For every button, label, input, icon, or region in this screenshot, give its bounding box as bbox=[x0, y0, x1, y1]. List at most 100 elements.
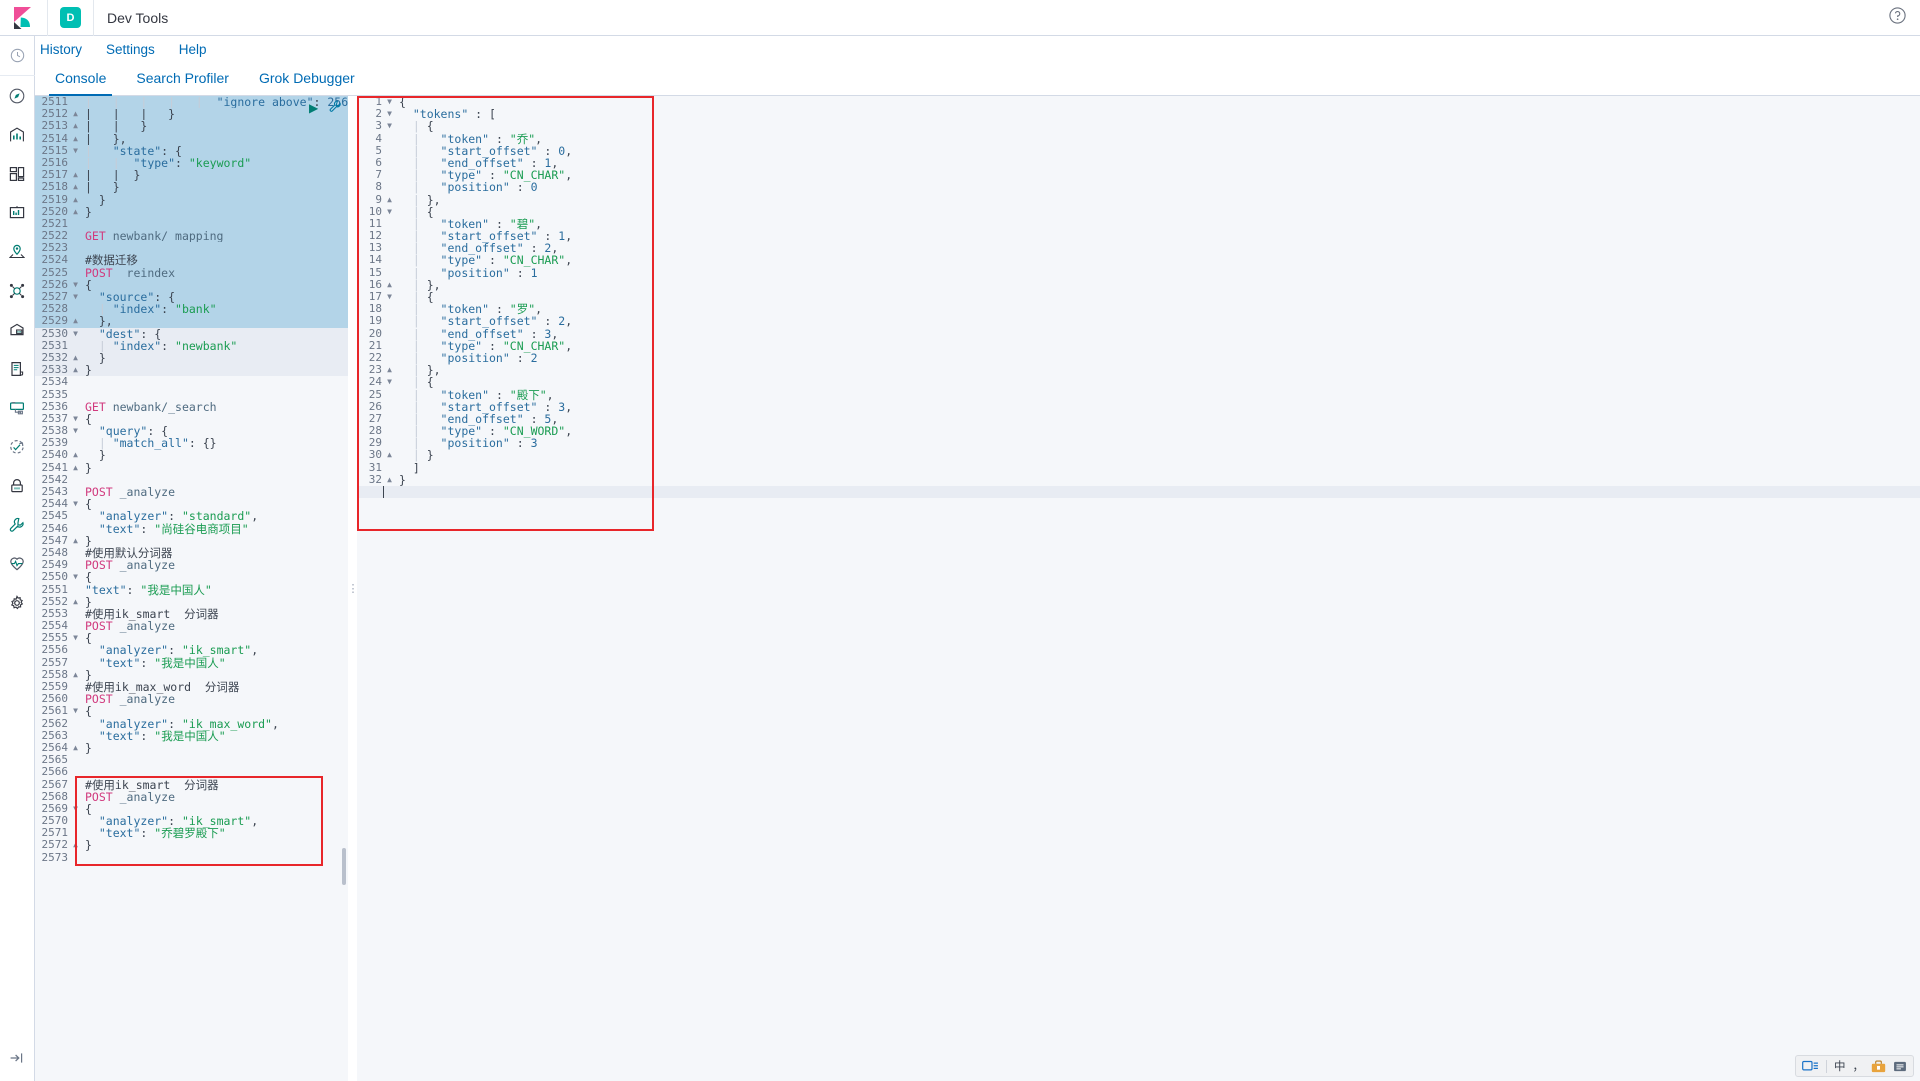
code-line[interactable]: 12 | "start_offset" : 1, bbox=[357, 229, 1920, 242]
code-line[interactable]: 2546 "text": "尚硅谷电商项目" bbox=[35, 522, 348, 535]
code-line[interactable]: 2540 ▲ } bbox=[35, 449, 348, 462]
editor-rows[interactable]: 2511 | | | | | "ignore_above": 256 2512 ▲ | … bbox=[35, 96, 348, 864]
code-line[interactable]: 2560 POST _analyze bbox=[35, 692, 348, 705]
fold-toggle-icon[interactable]: ▼ bbox=[71, 145, 80, 157]
sidebar-item-recently-viewed[interactable] bbox=[0, 36, 35, 75]
ime-punctuation-label[interactable]: ， bbox=[1853, 1058, 1865, 1074]
code-line[interactable]: 2518 ▲ | } bbox=[35, 181, 348, 194]
sidebar-item-machine-learning[interactable] bbox=[0, 271, 35, 310]
code-line[interactable]: 2543 POST _analyze bbox=[35, 485, 348, 498]
fold-toggle-icon[interactable]: ▲ bbox=[385, 474, 394, 486]
code-line[interactable]: 2536 GET newbank/_search bbox=[35, 400, 348, 413]
code-line[interactable]: 2549 POST _analyze bbox=[35, 558, 348, 571]
code-line[interactable]: 2 ▼ "tokens" : [ bbox=[357, 107, 1920, 120]
pane-resize-handle[interactable]: ⋮ bbox=[348, 96, 359, 1081]
code-line[interactable]: 2557 "text": "我是中国人" bbox=[35, 656, 348, 669]
fold-toggle-icon[interactable]: ▲ bbox=[385, 279, 394, 291]
fold-toggle-icon[interactable]: ▲ bbox=[71, 839, 80, 851]
fold-toggle-icon[interactable]: ▼ bbox=[385, 96, 394, 108]
fold-toggle-icon[interactable]: ▼ bbox=[71, 498, 80, 510]
code-line[interactable]: 2537 ▼{ bbox=[35, 412, 348, 425]
code-line[interactable]: 2525 POST _reindex bbox=[35, 266, 348, 279]
sidebar-item-apm[interactable] bbox=[0, 388, 35, 427]
wrench-icon[interactable] bbox=[329, 100, 342, 116]
fold-toggle-icon[interactable]: ▲ bbox=[71, 669, 80, 681]
code-line[interactable]: 2571 "text": "乔碧罗殿下" bbox=[35, 827, 348, 840]
sidebar-item-uptime[interactable] bbox=[0, 427, 35, 466]
code-line[interactable]: 21 | "type" : "CN_CHAR", bbox=[357, 339, 1920, 352]
code-line[interactable]: 2533 ▲} bbox=[35, 363, 348, 377]
code-line[interactable]: 2542 bbox=[35, 473, 348, 486]
code-line[interactable]: 2524 #数据迁移 bbox=[35, 254, 348, 267]
response-viewer[interactable]: 1 ▼{2 ▼ "tokens" : [3 ▼ | {4 | "token" : "乔… bbox=[357, 96, 1920, 1081]
code-line[interactable]: 2528 | "index": "bank" bbox=[35, 302, 348, 316]
code-line[interactable]: 14 | "type" : "CN_CHAR", bbox=[357, 254, 1920, 267]
ime-toolbox-icon[interactable] bbox=[1871, 1060, 1886, 1073]
ime-mode-label[interactable]: 中 bbox=[1834, 1058, 1846, 1074]
code-line[interactable]: 2573 bbox=[35, 851, 348, 864]
code-line[interactable]: 2539 | "match_all": {} bbox=[35, 437, 348, 450]
help-circle-icon[interactable] bbox=[1889, 6, 1906, 29]
code-line[interactable]: 2564 ▲} bbox=[35, 741, 348, 754]
code-line[interactable]: 25 | "token" : "殿下", bbox=[357, 388, 1920, 401]
code-line[interactable]: 13 | "end_offset" : 2, bbox=[357, 242, 1920, 255]
code-line[interactable]: 2519 ▲ } bbox=[35, 193, 348, 206]
code-line[interactable]: 32 ▲} bbox=[357, 473, 1920, 486]
code-line[interactable]: 2512 ▲ | | | } bbox=[35, 107, 348, 121]
sidebar-item-dashboard[interactable] bbox=[0, 154, 35, 193]
code-line[interactable]: 2511 | | | | | "ignore_above": 256 bbox=[35, 96, 348, 109]
fold-toggle-icon[interactable]: ▲ bbox=[71, 449, 80, 461]
fold-toggle-icon[interactable]: ▲ bbox=[71, 169, 80, 181]
fold-toggle-icon[interactable]: ▲ bbox=[71, 364, 80, 376]
code-line[interactable]: 24 ▼ | { bbox=[357, 376, 1920, 389]
fold-toggle-icon[interactable]: ▼ bbox=[71, 632, 80, 644]
fold-toggle-icon[interactable]: ▲ bbox=[71, 535, 80, 547]
code-line[interactable]: 2541 ▲} bbox=[35, 461, 348, 474]
code-line[interactable]: 2548 #使用默认分词器 bbox=[35, 546, 348, 559]
code-line[interactable]: 2547 ▲} bbox=[35, 534, 348, 547]
code-line[interactable]: 2514 ▲ | }, bbox=[35, 132, 348, 145]
code-line[interactable]: 6 | "end_offset" : 1, bbox=[357, 156, 1920, 169]
fold-toggle-icon[interactable]: ▼ bbox=[385, 108, 394, 120]
menu-history[interactable]: History bbox=[40, 42, 82, 57]
sidebar-item-discover[interactable] bbox=[0, 76, 35, 115]
code-line[interactable]: 2523 bbox=[35, 242, 348, 255]
code-line[interactable]: 2532 ▲ } bbox=[35, 351, 348, 365]
fold-toggle-icon[interactable]: ▼ bbox=[71, 803, 80, 815]
tab-search-profiler[interactable]: Search Profiler bbox=[121, 70, 244, 95]
code-line[interactable]: 2534 bbox=[35, 376, 348, 388]
fold-toggle-icon[interactable]: ▲ bbox=[385, 194, 394, 206]
fold-toggle-icon[interactable]: ▼ bbox=[71, 425, 80, 437]
fold-toggle-icon[interactable]: ▼ bbox=[385, 291, 394, 303]
code-line[interactable]: 8 | "position" : 0 bbox=[357, 181, 1920, 194]
fold-toggle-icon[interactable]: ▼ bbox=[71, 571, 80, 583]
ime-status-bar[interactable]: 中 ， bbox=[1795, 1055, 1914, 1077]
code-line[interactable]: 29 | "position" : 3 bbox=[357, 437, 1920, 450]
fold-toggle-icon[interactable]: ▲ bbox=[71, 352, 80, 364]
fold-toggle-icon[interactable]: ▲ bbox=[71, 315, 80, 327]
fold-toggle-icon[interactable]: ▼ bbox=[385, 376, 394, 388]
fold-toggle-icon[interactable]: ▼ bbox=[71, 328, 80, 340]
code-line[interactable]: 2565 bbox=[35, 753, 348, 766]
fold-toggle-icon[interactable]: ▲ bbox=[71, 194, 80, 206]
code-line[interactable]: 4 | "token" : "乔", bbox=[357, 132, 1920, 145]
code-line[interactable]: 2551 "text": "我是中国人" bbox=[35, 583, 348, 596]
fold-toggle-icon[interactable]: ▼ bbox=[71, 279, 80, 291]
code-line[interactable]: 28 | "type" : "CN_WORD", bbox=[357, 424, 1920, 437]
code-line[interactable]: 19 | "start_offset" : 2, bbox=[357, 315, 1920, 328]
kibana-logo-icon[interactable] bbox=[0, 0, 47, 36]
menu-help[interactable]: Help bbox=[179, 42, 207, 57]
fold-toggle-icon[interactable]: ▲ bbox=[71, 462, 80, 474]
code-line[interactable]: 16 ▲ | }, bbox=[357, 278, 1920, 291]
fold-toggle-icon[interactable]: ▲ bbox=[71, 133, 80, 145]
rail-collapse-button[interactable] bbox=[0, 1042, 35, 1081]
code-line[interactable]: 17 ▼ | { bbox=[357, 290, 1920, 303]
fold-toggle-icon[interactable]: ▼ bbox=[385, 120, 394, 132]
code-line[interactable]: 11 | "token" : "碧", bbox=[357, 217, 1920, 230]
fold-toggle-icon[interactable]: ▲ bbox=[71, 596, 80, 608]
code-line[interactable]: 15 | "position" : 1 bbox=[357, 266, 1920, 279]
code-line[interactable]: 23 ▲ | }, bbox=[357, 363, 1920, 376]
fold-toggle-icon[interactable]: ▼ bbox=[71, 291, 80, 303]
fold-toggle-icon[interactable]: ▲ bbox=[71, 206, 80, 218]
code-line[interactable]: 2559 #使用ik_max_word 分词器 bbox=[35, 680, 348, 693]
